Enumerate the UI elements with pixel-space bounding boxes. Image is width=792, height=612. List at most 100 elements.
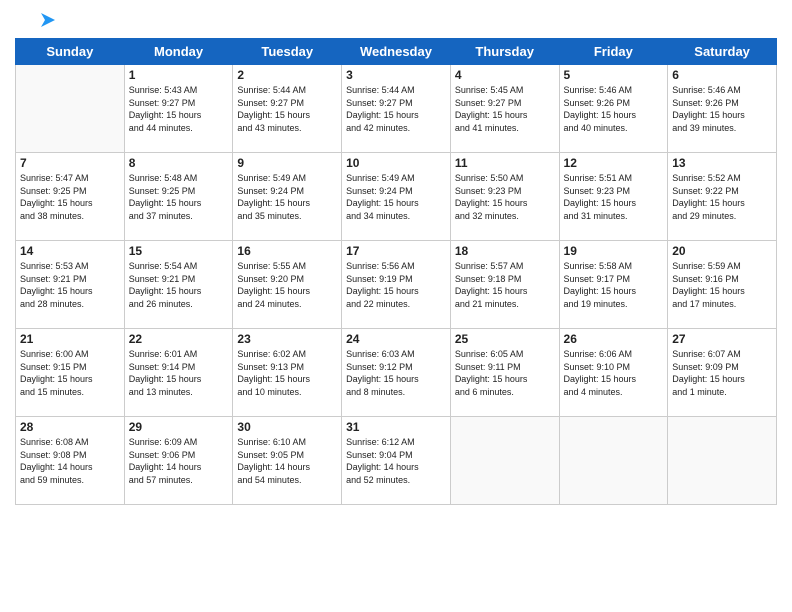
date-number: 22 (129, 332, 229, 346)
calendar-week-row: 1Sunrise: 5:43 AM Sunset: 9:27 PM Daylig… (16, 65, 777, 153)
calendar-cell: 25Sunrise: 6:05 AM Sunset: 9:11 PM Dayli… (450, 329, 559, 417)
date-number: 3 (346, 68, 446, 82)
cell-content: Sunrise: 5:48 AM Sunset: 9:25 PM Dayligh… (129, 172, 229, 222)
cell-content: Sunrise: 5:46 AM Sunset: 9:26 PM Dayligh… (564, 84, 664, 134)
date-number: 21 (20, 332, 120, 346)
cell-content: Sunrise: 6:07 AM Sunset: 9:09 PM Dayligh… (672, 348, 772, 398)
calendar-cell: 24 Sunrise: 6:03 AM Sunset: 9:12 PM Dayli… (342, 329, 451, 417)
calendar-cell: 8 Sunrise: 5:48 AM Sunset: 9:25 PM Daylig… (124, 153, 233, 241)
calendar-week-row: 28 Sunrise: 6:08 AM Sunset: 9:08 PM Dayli… (16, 417, 777, 505)
date-number: 11 (455, 156, 555, 170)
date-number: 9 (237, 156, 337, 170)
day-header-monday: Monday (124, 39, 233, 65)
calendar-cell: 6 Sunrise: 5:46 AM Sunset: 9:26 PM Daylig… (668, 65, 777, 153)
day-header-thursday: Thursday (450, 39, 559, 65)
date-number: 15 (129, 244, 229, 258)
calendar-cell (559, 417, 668, 505)
calendar-header-row: SundayMondayTuesdayWednesdayThursdayFrid… (16, 39, 777, 65)
date-number: 20 (672, 244, 772, 258)
cell-content: Sunrise: 5:56 AM Sunset: 9:19 PM Dayligh… (346, 260, 446, 310)
page-header (15, 10, 777, 30)
cell-content: Sunrise: 5:44 AM Sunset: 9:27 PM Dayligh… (346, 84, 446, 134)
calendar-cell: 3 Sunrise: 5:44 AM Sunset: 9:27 PM Daylig… (342, 65, 451, 153)
cell-content: Sunrise: 6:06 AM Sunset: 9:10 PM Dayligh… (564, 348, 664, 398)
cell-content: Sunrise: 5:55 AM Sunset: 9:20 PM Dayligh… (237, 260, 337, 310)
date-number: 12 (564, 156, 664, 170)
logo-text (37, 10, 57, 30)
cell-content: Sunrise: 5:47 AM Sunset: 9:25 PM Dayligh… (20, 172, 120, 222)
calendar-cell: 21 Sunrise: 6:00 AM Sunset: 9:15 PM Dayli… (16, 329, 125, 417)
cell-content: Sunrise: 6:12 AM Sunset: 9:04 PM Dayligh… (346, 436, 446, 486)
date-number: 4 (455, 68, 555, 82)
date-number: 18 (455, 244, 555, 258)
calendar-cell: 14 Sunrise: 5:53 AM Sunset: 9:21 PM Dayli… (16, 241, 125, 329)
cell-content: Sunrise: 5:53 AM Sunset: 9:21 PM Dayligh… (20, 260, 120, 310)
calendar-cell: 1Sunrise: 5:43 AM Sunset: 9:27 PM Daylig… (124, 65, 233, 153)
calendar-cell: 11Sunrise: 5:50 AM Sunset: 9:23 PM Dayli… (450, 153, 559, 241)
calendar-cell: 30 Sunrise: 6:10 AM Sunset: 9:05 PM Dayli… (233, 417, 342, 505)
cell-content: Sunrise: 6:08 AM Sunset: 9:08 PM Dayligh… (20, 436, 120, 486)
date-number: 8 (129, 156, 229, 170)
date-number: 23 (237, 332, 337, 346)
calendar-cell: 23 Sunrise: 6:02 AM Sunset: 9:13 PM Dayli… (233, 329, 342, 417)
calendar-cell: 17 Sunrise: 5:56 AM Sunset: 9:19 PM Dayli… (342, 241, 451, 329)
logo (15, 10, 57, 30)
date-number: 27 (672, 332, 772, 346)
date-number: 31 (346, 420, 446, 434)
day-header-sunday: Sunday (16, 39, 125, 65)
calendar-cell: 7 Sunrise: 5:47 AM Sunset: 9:25 PM Daylig… (16, 153, 125, 241)
cell-content: Sunrise: 6:09 AM Sunset: 9:06 PM Dayligh… (129, 436, 229, 486)
calendar-cell (450, 417, 559, 505)
day-header-saturday: Saturday (668, 39, 777, 65)
cell-content: Sunrise: 5:43 AM Sunset: 9:27 PM Dayligh… (129, 84, 229, 134)
calendar-cell: 10 Sunrise: 5:49 AM Sunset: 9:24 PM Dayli… (342, 153, 451, 241)
cell-content: Sunrise: 6:02 AM Sunset: 9:13 PM Dayligh… (237, 348, 337, 398)
calendar-cell: 22Sunrise: 6:01 AM Sunset: 9:14 PM Dayli… (124, 329, 233, 417)
cell-content: Sunrise: 5:54 AM Sunset: 9:21 PM Dayligh… (129, 260, 229, 310)
logo-icon (17, 10, 37, 30)
cell-content: Sunrise: 5:58 AM Sunset: 9:17 PM Dayligh… (564, 260, 664, 310)
calendar-cell: 26Sunrise: 6:06 AM Sunset: 9:10 PM Dayli… (559, 329, 668, 417)
date-number: 2 (237, 68, 337, 82)
calendar-cell: 13 Sunrise: 5:52 AM Sunset: 9:22 PM Dayli… (668, 153, 777, 241)
date-number: 7 (20, 156, 120, 170)
logo-arrow-icon (39, 11, 57, 29)
calendar-cell: 27 Sunrise: 6:07 AM Sunset: 9:09 PM Dayli… (668, 329, 777, 417)
cell-content: Sunrise: 5:57 AM Sunset: 9:18 PM Dayligh… (455, 260, 555, 310)
cell-content: Sunrise: 6:00 AM Sunset: 9:15 PM Dayligh… (20, 348, 120, 398)
calendar-table: SundayMondayTuesdayWednesdayThursdayFrid… (15, 38, 777, 505)
calendar-cell: 12 Sunrise: 5:51 AM Sunset: 9:23 PM Dayli… (559, 153, 668, 241)
cell-content: Sunrise: 5:44 AM Sunset: 9:27 PM Dayligh… (237, 84, 337, 134)
date-number: 14 (20, 244, 120, 258)
date-number: 30 (237, 420, 337, 434)
cell-content: Sunrise: 5:49 AM Sunset: 9:24 PM Dayligh… (346, 172, 446, 222)
date-number: 28 (20, 420, 120, 434)
calendar-cell: 20 Sunrise: 5:59 AM Sunset: 9:16 PM Dayli… (668, 241, 777, 329)
calendar-week-row: 7 Sunrise: 5:47 AM Sunset: 9:25 PM Daylig… (16, 153, 777, 241)
cell-content: Sunrise: 5:52 AM Sunset: 9:22 PM Dayligh… (672, 172, 772, 222)
calendar-cell (16, 65, 125, 153)
date-number: 13 (672, 156, 772, 170)
cell-content: Sunrise: 6:03 AM Sunset: 9:12 PM Dayligh… (346, 348, 446, 398)
calendar-cell: 29Sunrise: 6:09 AM Sunset: 9:06 PM Dayli… (124, 417, 233, 505)
date-number: 10 (346, 156, 446, 170)
cell-content: Sunrise: 5:46 AM Sunset: 9:26 PM Dayligh… (672, 84, 772, 134)
date-number: 6 (672, 68, 772, 82)
calendar-cell: 5Sunrise: 5:46 AM Sunset: 9:26 PM Daylig… (559, 65, 668, 153)
cell-content: Sunrise: 5:51 AM Sunset: 9:23 PM Dayligh… (564, 172, 664, 222)
day-header-tuesday: Tuesday (233, 39, 342, 65)
calendar-cell: 31 Sunrise: 6:12 AM Sunset: 9:04 PM Dayli… (342, 417, 451, 505)
cell-content: Sunrise: 5:59 AM Sunset: 9:16 PM Dayligh… (672, 260, 772, 310)
calendar-cell: 19Sunrise: 5:58 AM Sunset: 9:17 PM Dayli… (559, 241, 668, 329)
calendar-week-row: 21 Sunrise: 6:00 AM Sunset: 9:15 PM Dayli… (16, 329, 777, 417)
date-number: 16 (237, 244, 337, 258)
calendar-cell (668, 417, 777, 505)
calendar-cell: 15 Sunrise: 5:54 AM Sunset: 9:21 PM Dayli… (124, 241, 233, 329)
date-number: 17 (346, 244, 446, 258)
calendar-week-row: 14 Sunrise: 5:53 AM Sunset: 9:21 PM Dayli… (16, 241, 777, 329)
day-header-wednesday: Wednesday (342, 39, 451, 65)
date-number: 24 (346, 332, 446, 346)
day-header-friday: Friday (559, 39, 668, 65)
cell-content: Sunrise: 6:05 AM Sunset: 9:11 PM Dayligh… (455, 348, 555, 398)
cell-content: Sunrise: 6:10 AM Sunset: 9:05 PM Dayligh… (237, 436, 337, 486)
